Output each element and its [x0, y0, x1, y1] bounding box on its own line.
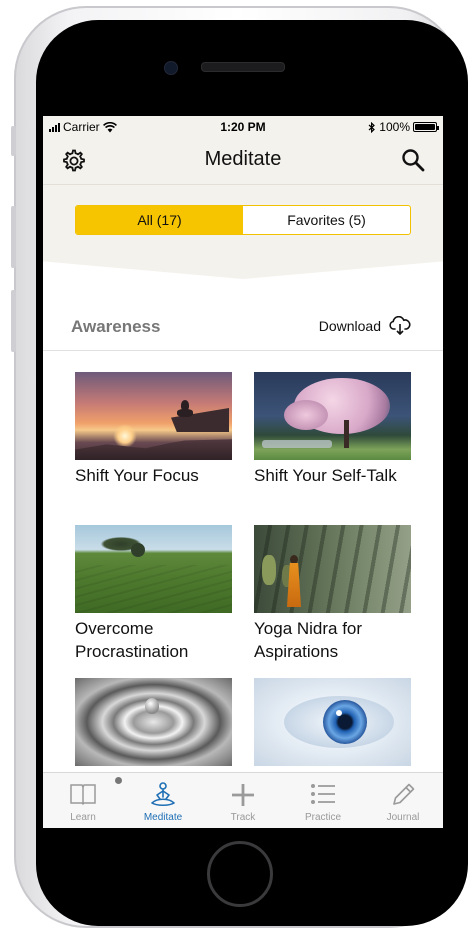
tab-meditate[interactable]: Meditate: [123, 773, 203, 828]
home-button[interactable]: [207, 841, 273, 907]
pencil-icon: [393, 783, 415, 805]
tab-journal[interactable]: Journal: [363, 773, 443, 828]
download-label: Download: [318, 318, 381, 334]
plus-icon: [232, 784, 254, 806]
segmented-control: All (17) Favorites (5): [75, 205, 411, 235]
filter-header-chevron: [43, 257, 443, 279]
meditation-card[interactable]: Yoga Nidra for Aspirations: [254, 525, 411, 663]
tab-learn[interactable]: Learn: [43, 773, 123, 828]
meditation-card[interactable]: [254, 678, 411, 766]
green-field-image: [75, 525, 232, 613]
card-title: Yoga Nidra for Aspirations: [254, 619, 363, 661]
section-title: Awareness: [71, 317, 161, 336]
meditation-card[interactable]: Shift Your Focus: [75, 372, 232, 487]
tab-bar: Learn Meditate Track Practice Journal: [43, 772, 443, 828]
app-screen: Carrier 1:20 PM 100% Meditate All (17) F…: [43, 116, 443, 828]
card-title: Overcome Procrastination: [75, 619, 189, 661]
tab-track[interactable]: Track: [203, 773, 283, 828]
download-button[interactable]: Download: [319, 316, 411, 336]
tab-label: Meditate: [143, 812, 183, 823]
segment-all[interactable]: All (17): [76, 206, 243, 234]
battery-percent: 100%: [379, 120, 410, 134]
list-icon: [311, 784, 335, 804]
meditation-card[interactable]: Shift Your Self-Talk: [254, 372, 411, 487]
volume-down-button: [11, 290, 16, 352]
tab-label: Journal: [386, 812, 420, 823]
section-header: Awareness Download: [43, 296, 443, 351]
earpiece-speaker: [201, 62, 285, 72]
search-icon[interactable]: [401, 148, 425, 172]
bluetooth-icon: [368, 121, 376, 133]
meditation-card[interactable]: Overcome Procrastination: [75, 525, 232, 663]
navigation-bar: Meditate: [43, 138, 443, 185]
meditation-icon: [151, 782, 175, 807]
battery-icon: [413, 122, 439, 132]
volume-up-button: [11, 206, 16, 268]
cloud-download-icon: [389, 316, 411, 336]
tab-label: Track: [230, 812, 256, 823]
eye-image: [254, 678, 411, 766]
tab-practice[interactable]: Practice: [283, 773, 363, 828]
segment-favorites[interactable]: Favorites (5): [243, 206, 410, 234]
status-bar: Carrier 1:20 PM 100%: [43, 116, 443, 138]
buddha-statues-image: [254, 525, 411, 613]
sunset-meditation-image: [75, 372, 232, 460]
tab-label: Practice: [304, 812, 342, 823]
card-title: Shift Your Focus: [75, 466, 199, 485]
page-title: Meditate: [204, 148, 282, 170]
front-camera: [164, 61, 178, 75]
tab-label: Learn: [70, 812, 96, 823]
meditation-card[interactable]: [75, 678, 232, 766]
water-drop-image: [75, 678, 232, 766]
blossom-tree-image: [254, 372, 411, 460]
mute-switch: [11, 126, 16, 156]
book-icon: [70, 784, 96, 806]
card-title: Shift Your Self-Talk: [254, 466, 397, 485]
